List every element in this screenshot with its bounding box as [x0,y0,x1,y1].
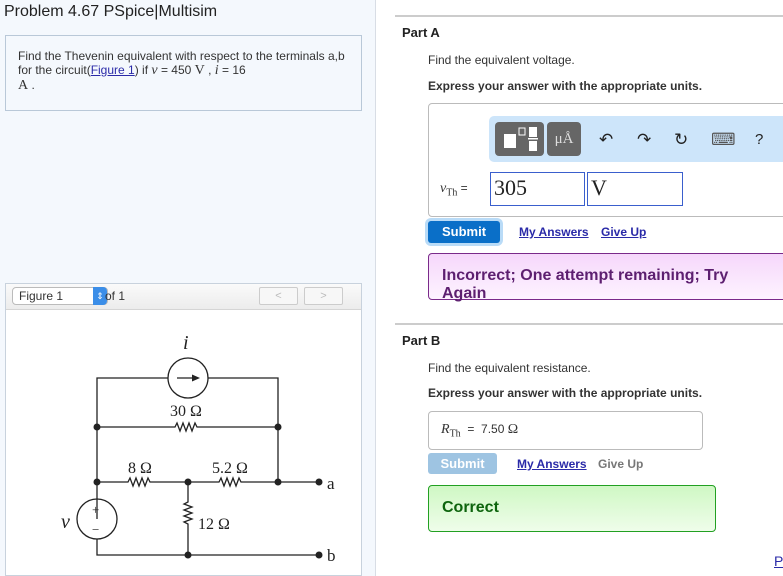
give-up-label-b: Give Up [598,457,644,471]
footer-link[interactable]: P [774,553,783,569]
part-a-label: Part A [402,25,440,40]
label-12-ohm: 12 Ω [198,516,230,533]
give-up-link-a[interactable]: Give Up [601,225,646,239]
my-answers-link-a[interactable]: My Answers [519,225,589,239]
var-main: R [441,422,450,437]
equals: = [460,181,468,195]
units-button[interactable]: μÅ [547,122,581,156]
var-sub: Th [449,428,461,440]
label-8-ohm: 8 Ω [128,460,152,477]
templates-button[interactable] [495,122,544,156]
keyboard-icon[interactable]: ⌨ [711,130,736,150]
label-minus: − [92,522,99,537]
unit-input[interactable]: V [587,172,683,206]
arrow-icon [192,374,200,382]
answer-value: 7.50 [481,422,505,436]
answer-unit: Ω [507,422,519,437]
circuit-diagram: i 30 Ω 8 Ω 5.2 Ω 12 Ω v + − a b [61,332,336,565]
fraction-template-icon [504,127,538,151]
nodes [93,423,323,559]
math-toolbar: μÅ ↶ ↷ ↻ ⌨ ? [489,116,783,162]
undo-icon[interactable]: ↶ [599,130,613,150]
submit-button-b: Submit [428,453,497,474]
answer-box-a: μÅ ↶ ↷ ↻ ⌨ ? vTh = 305 V [428,103,783,217]
part-b-prompt: Find the equivalent resistance. [428,361,591,375]
reset-icon[interactable]: ↻ [674,130,688,150]
part-b-instruction: Express your answer with the appropriate… [428,386,703,400]
divider [395,323,783,325]
label-30-ohm: 30 Ω [170,403,202,420]
divider [395,15,783,17]
submit-button-a[interactable]: Submit [428,221,500,243]
part-a-instruction: Express your answer with the appropriate… [428,79,703,93]
terminal-b: b [327,546,336,565]
feedback-incorrect: Incorrect; One attempt remaining; Try Ag… [428,253,783,302]
value-input[interactable]: 305 [490,172,585,206]
label-5-2-ohm: 5.2 Ω [212,460,248,477]
equals: = [467,422,475,436]
label-plus: + [92,502,99,517]
feedback-correct: Correct [428,485,716,532]
my-answers-link-b[interactable]: My Answers [517,457,587,471]
help-icon[interactable]: ? [755,131,763,148]
answer-box-b: RTh = 7.50 Ω [428,411,703,450]
label-v: v [61,511,70,533]
part-a-prompt: Find the equivalent voltage. [428,53,575,67]
var-sub: Th [446,187,458,199]
vth-label: vTh = [440,181,468,198]
redo-icon[interactable]: ↷ [637,130,651,150]
terminal-a: a [327,474,335,493]
label-i: i [183,332,189,354]
part-b-label: Part B [402,333,441,348]
